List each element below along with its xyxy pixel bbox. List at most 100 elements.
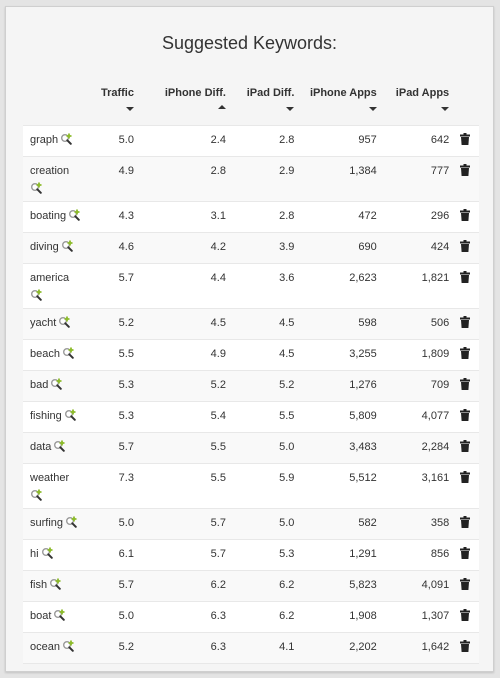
delete-cell <box>457 263 479 309</box>
keyword-cell: weather <box>23 463 91 509</box>
traffic-cell: 6.1 <box>90 539 142 571</box>
trash-icon[interactable] <box>460 347 471 359</box>
trash-icon[interactable] <box>460 378 471 390</box>
iphone-apps-cell: 957 <box>302 125 385 157</box>
keyword-text: hi <box>30 548 39 560</box>
trash-icon[interactable] <box>460 516 471 528</box>
ipad-diff-cell: 3.6 <box>233 263 303 309</box>
keyword-cell: beach <box>23 339 91 371</box>
trash-icon[interactable] <box>460 578 471 590</box>
header-traffic[interactable]: Traffic <box>90 87 142 126</box>
search-add-icon[interactable] <box>30 182 43 194</box>
trash-icon[interactable] <box>460 440 471 452</box>
iphone-diff-cell: 6.3 <box>141 632 234 664</box>
ipad-apps-cell: 296 <box>384 201 458 233</box>
ipad-apps-cell: 642 <box>384 125 458 157</box>
iphone-apps-cell: 3,255 <box>302 339 385 371</box>
ipad-apps-cell: 709 <box>384 370 458 402</box>
table-row: america 5.7 4.4 3.6 2,623 1,821 <box>23 263 479 309</box>
keyword-cell: boating <box>23 201 91 233</box>
sort-asc-icon[interactable] <box>142 103 226 113</box>
keyword-text: diving <box>30 241 59 253</box>
table-row: beach 5.5 4.9 4.5 3,255 1,809 <box>23 339 479 371</box>
search-add-icon[interactable] <box>62 347 75 359</box>
search-add-icon[interactable] <box>68 209 81 221</box>
search-add-icon[interactable] <box>62 640 75 652</box>
iphone-apps-cell: 582 <box>302 508 385 540</box>
trash-icon[interactable] <box>460 240 471 252</box>
keyword-text: america <box>30 272 70 284</box>
table-header: Traffic iPhone Diff. iPad Diff. iPhone A… <box>23 87 479 126</box>
search-add-icon[interactable] <box>60 133 73 145</box>
ipad-apps-cell: 2,284 <box>384 432 458 464</box>
search-add-icon[interactable] <box>30 289 43 301</box>
iphone-diff-cell: 4.5 <box>141 308 234 340</box>
delete-cell <box>457 463 479 509</box>
trash-icon[interactable] <box>460 609 471 621</box>
search-add-icon[interactable] <box>41 547 54 559</box>
delete-cell <box>457 632 479 664</box>
keyword-text: fishing <box>30 410 62 422</box>
search-add-icon[interactable] <box>58 316 71 328</box>
ipad-diff-cell: 3.9 <box>233 232 303 264</box>
trash-icon[interactable] <box>460 471 471 483</box>
search-add-icon[interactable] <box>64 409 77 421</box>
keyword-cell: boat <box>23 601 91 633</box>
iphone-diff-cell: 5.7 <box>141 508 234 540</box>
trash-icon[interactable] <box>460 164 471 176</box>
sort-desc-icon[interactable] <box>234 103 295 113</box>
ipad-apps-cell: 358 <box>384 508 458 540</box>
search-add-icon[interactable] <box>65 516 78 528</box>
keyword-text: graph <box>30 134 59 146</box>
traffic-cell: 4.3 <box>90 201 142 233</box>
header-iphone-apps[interactable]: iPhone Apps <box>302 87 384 126</box>
keyword-cell: data <box>23 432 91 464</box>
table-row: fishing 5.3 5.4 5.5 5,809 4,077 <box>23 401 479 433</box>
trash-icon[interactable] <box>460 316 471 328</box>
delete-cell <box>457 401 479 433</box>
iphone-diff-cell: 5.4 <box>141 401 234 433</box>
header-ipad-diff[interactable]: iPad Diff. <box>234 87 302 126</box>
delete-cell <box>457 232 479 264</box>
ipad-diff-cell: 4.5 <box>233 308 303 340</box>
header-ipad-apps[interactable]: iPad Apps <box>385 87 457 126</box>
keyword-text: weather <box>30 472 70 484</box>
ipad-diff-cell: 4.5 <box>233 339 303 371</box>
sort-desc-icon[interactable] <box>90 103 134 113</box>
search-add-icon[interactable] <box>53 440 66 452</box>
sort-desc-icon[interactable] <box>385 103 450 113</box>
table-row: data 5.7 5.5 5.0 3,483 2,284 <box>23 432 479 464</box>
keyword-cell: america <box>23 263 91 309</box>
iphone-apps-cell: 5,823 <box>302 570 385 602</box>
trash-icon[interactable] <box>460 133 471 145</box>
delete-cell <box>457 308 479 340</box>
search-add-icon[interactable] <box>53 609 66 621</box>
ipad-apps-cell: 4,077 <box>384 401 458 433</box>
trash-icon[interactable] <box>460 547 471 559</box>
keyword-cell: creation <box>23 156 91 202</box>
keyword-text: ocean <box>30 641 60 653</box>
trash-icon[interactable] <box>460 271 471 283</box>
iphone-apps-cell: 1,291 <box>302 539 385 571</box>
trash-icon[interactable] <box>460 640 471 652</box>
search-add-icon[interactable] <box>61 240 74 252</box>
keyword-text: boating <box>30 210 67 222</box>
iphone-diff-cell: 4.9 <box>141 339 234 371</box>
trash-icon[interactable] <box>460 209 471 221</box>
ipad-diff-cell: 5.0 <box>233 432 303 464</box>
ipad-apps-cell: 4,091 <box>384 570 458 602</box>
iphone-diff-cell: 6.2 <box>141 570 234 602</box>
table-row: diving 4.6 4.2 3.9 690 424 <box>23 232 479 264</box>
traffic-cell: 7.3 <box>90 463 142 509</box>
sort-desc-icon[interactable] <box>302 103 377 113</box>
table-row: creation 4.9 2.8 2.9 1,384 777 <box>23 156 479 202</box>
ipad-diff-cell: 5.2 <box>233 370 303 402</box>
iphone-apps-cell: 1,908 <box>302 601 385 633</box>
header-iphone-diff[interactable]: iPhone Diff. <box>142 87 234 126</box>
search-add-icon[interactable] <box>50 378 63 390</box>
search-add-icon[interactable] <box>30 489 43 501</box>
iphone-apps-cell: 5,512 <box>302 463 385 509</box>
traffic-cell: 5.2 <box>90 632 142 664</box>
trash-icon[interactable] <box>460 409 471 421</box>
search-add-icon[interactable] <box>49 578 62 590</box>
